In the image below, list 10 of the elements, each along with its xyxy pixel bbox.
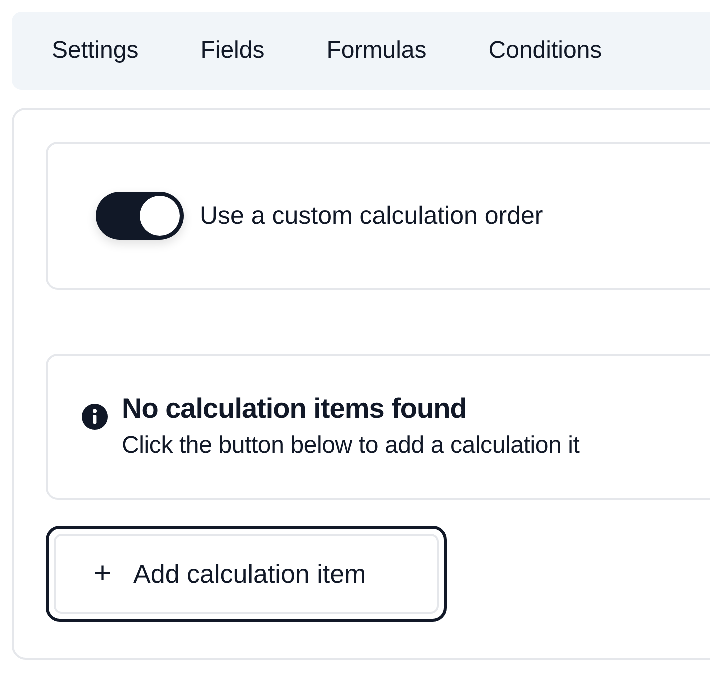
info-icon (82, 404, 108, 430)
notice-text: Click the button below to add a calculation it (122, 432, 580, 460)
add-calculation-item-button[interactable]: + Add calculation item (54, 534, 439, 614)
tab[interactable]: Formulas (308, 34, 445, 68)
tab[interactable]: Fields (182, 34, 283, 68)
tab[interactable]: Conditions (470, 34, 620, 68)
tab[interactable]: Settings (34, 34, 157, 68)
notice-title: No calculation items found (122, 392, 468, 426)
toggle-switch[interactable] (96, 192, 184, 240)
toggle-label: Use a custom calculation order (200, 202, 544, 230)
